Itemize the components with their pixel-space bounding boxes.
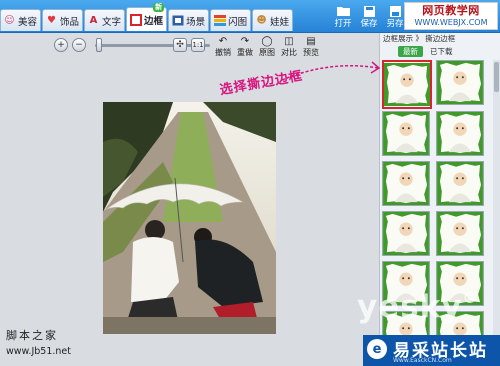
frame-preview-image bbox=[437, 212, 483, 255]
open-label: 打开 bbox=[334, 19, 352, 29]
watermark-webjx: 网页教学网 WWW.WEBJX.COM bbox=[404, 2, 498, 30]
watermark-title: 网页教学网 bbox=[422, 4, 480, 17]
redo-label: 重做 bbox=[237, 48, 253, 57]
watermark-jb51-url: www.Jb51.net bbox=[6, 346, 71, 357]
tab-label: 娃娃 bbox=[270, 16, 290, 28]
undo-icon: ↶ bbox=[218, 36, 228, 47]
frame-thumbnail[interactable] bbox=[436, 161, 484, 206]
undo-label: 撤销 bbox=[215, 48, 231, 57]
watermark-jb51: 脚本之家 www.Jb51.net bbox=[6, 327, 96, 357]
zoom-out-icon: − bbox=[75, 40, 83, 50]
text-icon: A bbox=[89, 14, 98, 26]
frame-thumbnail[interactable] bbox=[436, 111, 484, 156]
frame-preview-image bbox=[383, 212, 429, 255]
save-icon bbox=[362, 5, 376, 17]
zoom-in-button[interactable]: + bbox=[54, 38, 68, 52]
original-button[interactable]: ◯ 原图 bbox=[256, 36, 278, 58]
frame-thumbnail-selected[interactable] bbox=[382, 60, 432, 109]
original-icon: ◯ bbox=[261, 36, 273, 47]
redo-icon: ↷ bbox=[240, 36, 250, 47]
redo-button[interactable]: ↷ 重做 bbox=[234, 36, 256, 58]
frame-preview-image bbox=[383, 112, 429, 155]
scrollbar-thumb[interactable] bbox=[494, 62, 499, 92]
zoom-out-button[interactable]: − bbox=[72, 38, 86, 52]
zoom-slider-handle[interactable] bbox=[96, 38, 102, 52]
tab-frame[interactable]: 边框 新 bbox=[126, 3, 168, 31]
watermark-easck-url: Www.EasckCN.Com bbox=[393, 357, 452, 364]
original-label: 原图 bbox=[259, 48, 275, 57]
heart-icon: ♥ bbox=[47, 14, 56, 26]
easck-logo-icon: e bbox=[367, 339, 387, 359]
tab-label: 边框 bbox=[144, 15, 164, 27]
fit-screen-icon: ✣ bbox=[176, 40, 184, 50]
save-label: 保存 bbox=[360, 19, 378, 29]
panel-scrollbar[interactable] bbox=[493, 60, 500, 364]
frame-thumbnail[interactable] bbox=[382, 211, 430, 256]
subtab-downloaded[interactable]: 已下载 bbox=[425, 46, 458, 57]
actual-size-button[interactable]: 1:1 bbox=[191, 38, 205, 52]
new-badge: 新 bbox=[153, 3, 165, 12]
scene-icon bbox=[171, 14, 184, 27]
watermark-yesky: yesky® bbox=[357, 289, 479, 325]
panel-breadcrumb: 边框展示 》 撕边边框 bbox=[383, 34, 456, 43]
frame-preview-image bbox=[437, 162, 483, 205]
watermark-jb51-title: 脚本之家 bbox=[6, 329, 58, 342]
save-as-button[interactable]: 另存 bbox=[384, 5, 406, 29]
actual-size-icon: 1:1 bbox=[192, 41, 204, 49]
tab-doll[interactable]: ☻ 娃娃 bbox=[252, 9, 294, 31]
panel-subtabs: 最新 已下载 bbox=[398, 46, 458, 57]
frame-thumbnail[interactable] bbox=[382, 111, 430, 156]
fit-screen-button[interactable]: ✣ bbox=[173, 38, 187, 52]
frame-preview-image bbox=[384, 62, 430, 107]
top-menu-bar: ☺ 美容 ♥ 饰品 A 文字 边框 新 场景 闪图 ☻ 娃娃 打开 保存 另存 … bbox=[0, 0, 500, 33]
tab-label: 美容 bbox=[18, 16, 38, 28]
save-as-icon bbox=[388, 5, 402, 17]
annotation-arrow-icon bbox=[281, 61, 380, 81]
save-button[interactable]: 保存 bbox=[358, 5, 380, 29]
tab-label: 饰品 bbox=[60, 16, 80, 28]
frame-thumbnail[interactable] bbox=[382, 161, 430, 206]
face-icon: ☺ bbox=[4, 14, 15, 26]
zoom-in-icon: + bbox=[57, 40, 65, 50]
save-as-label: 另存 bbox=[386, 19, 404, 29]
preview-icon: ▤ bbox=[306, 36, 316, 47]
undo-button[interactable]: ↶ 撤销 bbox=[212, 36, 234, 58]
frame-preview-image bbox=[437, 112, 483, 155]
tab-scene[interactable]: 场景 bbox=[168, 9, 210, 31]
compare-icon: ◫ bbox=[284, 36, 294, 47]
watermark-url: WWW.WEBJX.COM bbox=[414, 18, 488, 27]
frame-preview-image bbox=[383, 162, 429, 205]
subtab-latest[interactable]: 最新 bbox=[398, 46, 423, 57]
tab-flash[interactable]: 闪图 bbox=[210, 9, 252, 31]
feature-tabs: ☺ 美容 ♥ 饰品 A 文字 边框 新 场景 闪图 ☻ 娃娃 bbox=[0, 3, 294, 33]
tab-accessories[interactable]: ♥ 饰品 bbox=[42, 9, 84, 31]
folder-icon bbox=[336, 5, 350, 17]
open-button[interactable]: 打开 bbox=[332, 5, 354, 29]
doll-icon: ☻ bbox=[256, 14, 267, 26]
photo-canvas[interactable] bbox=[103, 102, 276, 334]
tab-label: 文字 bbox=[102, 16, 122, 28]
frame-icon bbox=[129, 13, 142, 26]
tab-label: 闪图 bbox=[228, 16, 248, 28]
frame-preview-image bbox=[437, 61, 483, 104]
flash-icon bbox=[213, 14, 226, 27]
tab-text[interactable]: A 文字 bbox=[84, 9, 126, 31]
tab-label: 场景 bbox=[186, 16, 206, 28]
couple-umbrella-photo bbox=[103, 102, 276, 334]
frame-thumbnail[interactable] bbox=[436, 60, 484, 105]
registered-mark-icon: ® bbox=[462, 289, 479, 307]
watermark-easck: e 易采站长站 Www.EasckCN.Com bbox=[363, 335, 500, 366]
frame-thumbnail[interactable] bbox=[436, 211, 484, 256]
watermark-yesky-text: yesky bbox=[357, 289, 463, 325]
tab-beauty[interactable]: ☺ 美容 bbox=[0, 9, 42, 31]
